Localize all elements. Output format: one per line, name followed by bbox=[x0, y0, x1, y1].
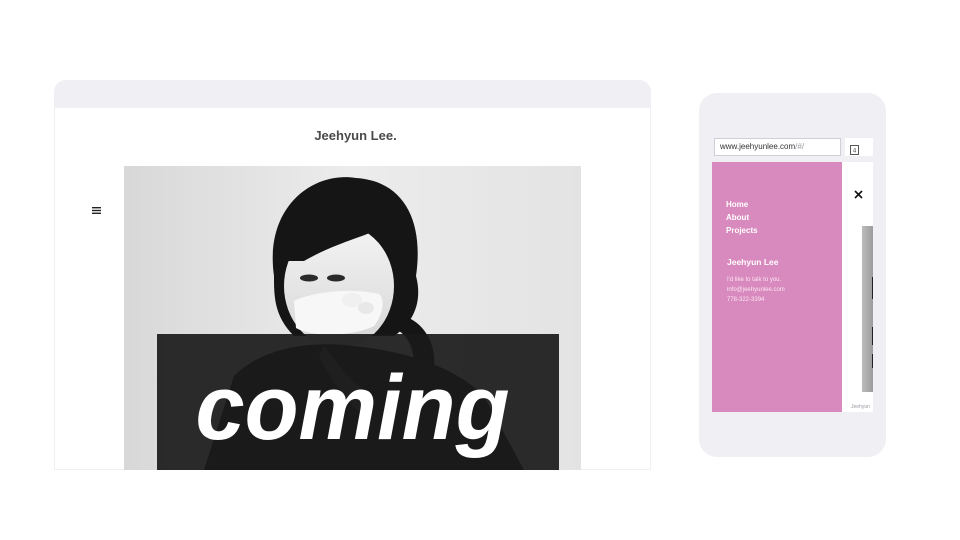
desktop-viewport: Jeehyun Lee. coming bbox=[54, 107, 651, 470]
svg-text:4: 4 bbox=[853, 148, 857, 155]
contact-intro: I'd like to talk to you. bbox=[727, 277, 782, 283]
nav-item-about[interactable]: About bbox=[726, 213, 749, 222]
address-bar[interactable]: www.jeehyunlee.com/#/ bbox=[714, 138, 841, 156]
site-title[interactable]: Jeehyun Lee. bbox=[54, 128, 651, 143]
desktop-browser-mockup: Jeehyun Lee. coming bbox=[54, 80, 651, 470]
browser-chrome-bar bbox=[54, 80, 651, 107]
contact-email[interactable]: info@jeehyunlee.com bbox=[727, 287, 785, 293]
nav-item-projects[interactable]: Projects bbox=[726, 226, 758, 235]
url-domain: www.jeehyunlee.com bbox=[720, 142, 796, 151]
slide-out-menu: Home About Projects Jeehyun Lee I'd like… bbox=[712, 162, 842, 412]
hero-image: coming bbox=[124, 166, 581, 470]
peek-caption: Jeehyun bbox=[851, 404, 870, 410]
url-path: /#/ bbox=[795, 142, 805, 151]
contact-phone[interactable]: 778-322-3394 bbox=[727, 297, 764, 303]
menu-owner-name: Jeehyun Lee bbox=[727, 257, 779, 267]
phone-screen: Home About Projects Jeehyun Lee I'd like… bbox=[712, 162, 873, 412]
nav-item-home[interactable]: Home bbox=[726, 200, 748, 209]
peek-detail bbox=[872, 277, 873, 299]
tab-switcher-icon[interactable]: 4 bbox=[850, 142, 859, 155]
close-icon[interactable] bbox=[854, 186, 863, 199]
peek-detail bbox=[872, 327, 873, 345]
peek-detail bbox=[872, 354, 873, 368]
hero-overlay-word: coming bbox=[195, 357, 510, 459]
url-text: www.jeehyunlee.com/#/ bbox=[720, 142, 804, 151]
mobile-phone-mockup: www.jeehyunlee.com/#/ 4 Home About Proje… bbox=[699, 93, 886, 457]
hamburger-icon[interactable] bbox=[92, 201, 101, 214]
